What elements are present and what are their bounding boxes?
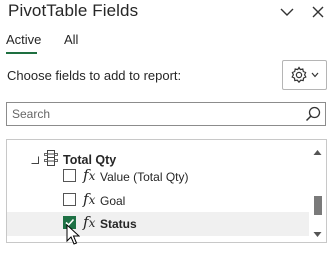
collapse-icon[interactable]: [31, 156, 40, 165]
search-box: [6, 102, 326, 126]
field-label: Goal: [100, 194, 126, 208]
field-row-status[interactable]: fx Status: [7, 212, 309, 236]
scroll-thumb[interactable]: [314, 196, 322, 215]
field-label: Status: [100, 217, 137, 231]
table-icon: [44, 150, 58, 166]
close-pane-button[interactable]: [307, 0, 329, 24]
mouse-pointer-icon: [66, 224, 80, 245]
gear-icon: [291, 66, 307, 84]
tab-all[interactable]: All: [64, 32, 78, 47]
field-row-value-total-qty[interactable]: fx Value (Total Qty): [7, 165, 309, 189]
field-checkbox[interactable]: [63, 169, 76, 182]
scroll-down-icon[interactable]: [313, 231, 322, 238]
tab-active[interactable]: Active: [6, 32, 41, 47]
active-tab-indicator: [6, 52, 37, 54]
close-icon: [312, 6, 324, 18]
task-pane-options-button[interactable]: [276, 0, 298, 24]
scroll-up-icon[interactable]: [313, 149, 322, 156]
field-list-settings-button[interactable]: [282, 60, 327, 90]
fx-icon: fx: [83, 166, 96, 184]
choose-fields-label: Choose fields to add to report:: [7, 68, 182, 83]
search-icon[interactable]: [303, 104, 323, 124]
chevron-down-icon: [280, 8, 294, 16]
field-checkbox[interactable]: [63, 193, 76, 206]
field-list: Total Qty fx Value (Total Qty) fx Goal f…: [6, 139, 327, 243]
field-list-scrollbar[interactable]: [309, 140, 326, 242]
chevron-down-icon: [311, 72, 319, 78]
pivottable-fields-pane: PivotTable Fields Active All Choose fiel…: [0, 0, 334, 254]
fx-icon: fx: [83, 213, 96, 231]
field-label: Value (Total Qty): [100, 170, 189, 184]
field-row-goal[interactable]: fx Goal: [7, 189, 309, 213]
search-input[interactable]: [7, 103, 299, 125]
fx-icon: fx: [83, 190, 96, 208]
pane-title: PivotTable Fields: [8, 1, 139, 20]
